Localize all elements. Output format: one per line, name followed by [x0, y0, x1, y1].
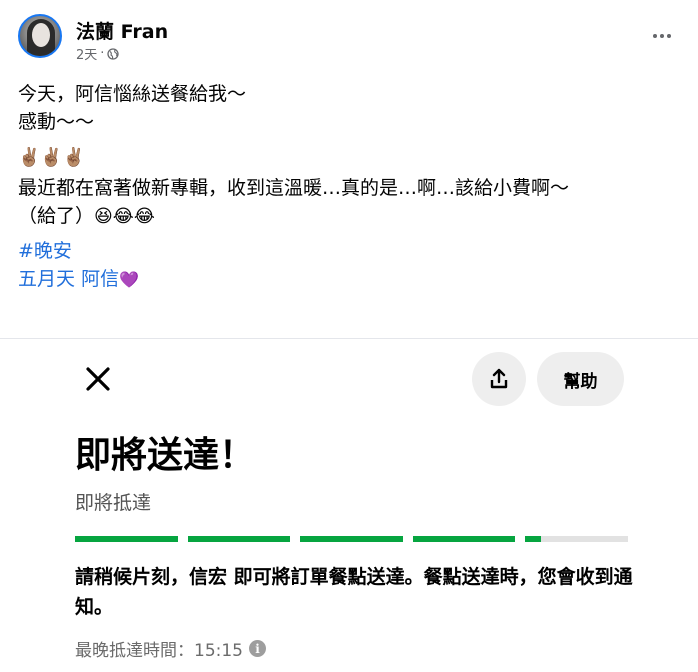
globe-icon — [107, 47, 120, 60]
laugh-emoji: 😆😂😂 — [94, 206, 155, 227]
hashtag-link[interactable]: #晚安 — [18, 237, 688, 265]
more-options-button[interactable] — [648, 26, 676, 46]
post-line-4: （給了）😆😂😂 — [18, 202, 688, 231]
tag-ashin[interactable]: 阿信 — [81, 268, 119, 290]
progress-segment — [300, 536, 403, 542]
delivery-title: 即將送達！ — [75, 435, 256, 476]
info-icon[interactable]: i — [249, 640, 266, 657]
progress-fill — [412, 536, 516, 542]
delivery-progress-bar — [75, 536, 628, 542]
progress-fill — [525, 536, 541, 542]
progress-fill — [187, 536, 291, 542]
meta-dot: · — [100, 46, 105, 61]
delivery-subtitle: 即將抵達 — [75, 492, 152, 514]
eta-row: 最晚抵達時間：15:15 i — [75, 636, 266, 661]
post-line-1: 今天，阿信惱絲送餐給我～ — [18, 83, 247, 105]
post-time[interactable]: 2天 — [76, 44, 97, 63]
progress-fill — [300, 536, 403, 542]
post-text: 今天，阿信惱絲送餐給我～ 感動～～ ✌🏽✌🏽✌🏽 最近都在窩著做新專輯，收到這溫… — [18, 80, 688, 294]
post-header: 法蘭 Fran 2天 · — [18, 14, 680, 66]
post-line-2: 感動～～ — [18, 111, 95, 133]
peace-emoji-line: ✌🏽✌🏽✌🏽 — [18, 147, 86, 168]
share-button[interactable] — [472, 352, 526, 406]
progress-segment — [75, 536, 178, 542]
post-paren-text: （給了） — [18, 205, 95, 227]
post-line-3: 最近都在窩著做新專輯，收到這溫暖…真的是…啊…該給小費啊～ — [18, 177, 570, 199]
progress-segment — [412, 536, 516, 542]
purple-heart-icon: 💜 — [119, 270, 139, 289]
progress-fill — [75, 536, 178, 542]
close-icon[interactable] — [83, 364, 113, 394]
delivery-message: 請稍候片刻，信宏 即可將訂單餐點送達。餐點送達時，您會收到通知。 — [75, 566, 633, 618]
tags-line: 五月天 阿信💜 — [18, 265, 688, 294]
help-button[interactable]: 幫助 — [537, 352, 624, 406]
delivery-status-screenshot: 幫助 即將送達！ 即將抵達 請稍候片刻，信宏 即可將訂單餐點送達。餐點送達時，您… — [55, 340, 645, 672]
share-icon — [490, 368, 508, 389]
author-name[interactable]: 法蘭 Fran — [76, 17, 168, 44]
eta-label: 最晚抵達時間：15:15 — [75, 641, 243, 661]
progress-segment — [525, 536, 628, 542]
post-image-divider — [0, 338, 698, 339]
progress-segment — [187, 536, 291, 542]
avatar[interactable] — [18, 14, 62, 58]
tag-mayday[interactable]: 五月天 — [18, 268, 75, 290]
post-meta: 2天 · — [76, 44, 120, 63]
